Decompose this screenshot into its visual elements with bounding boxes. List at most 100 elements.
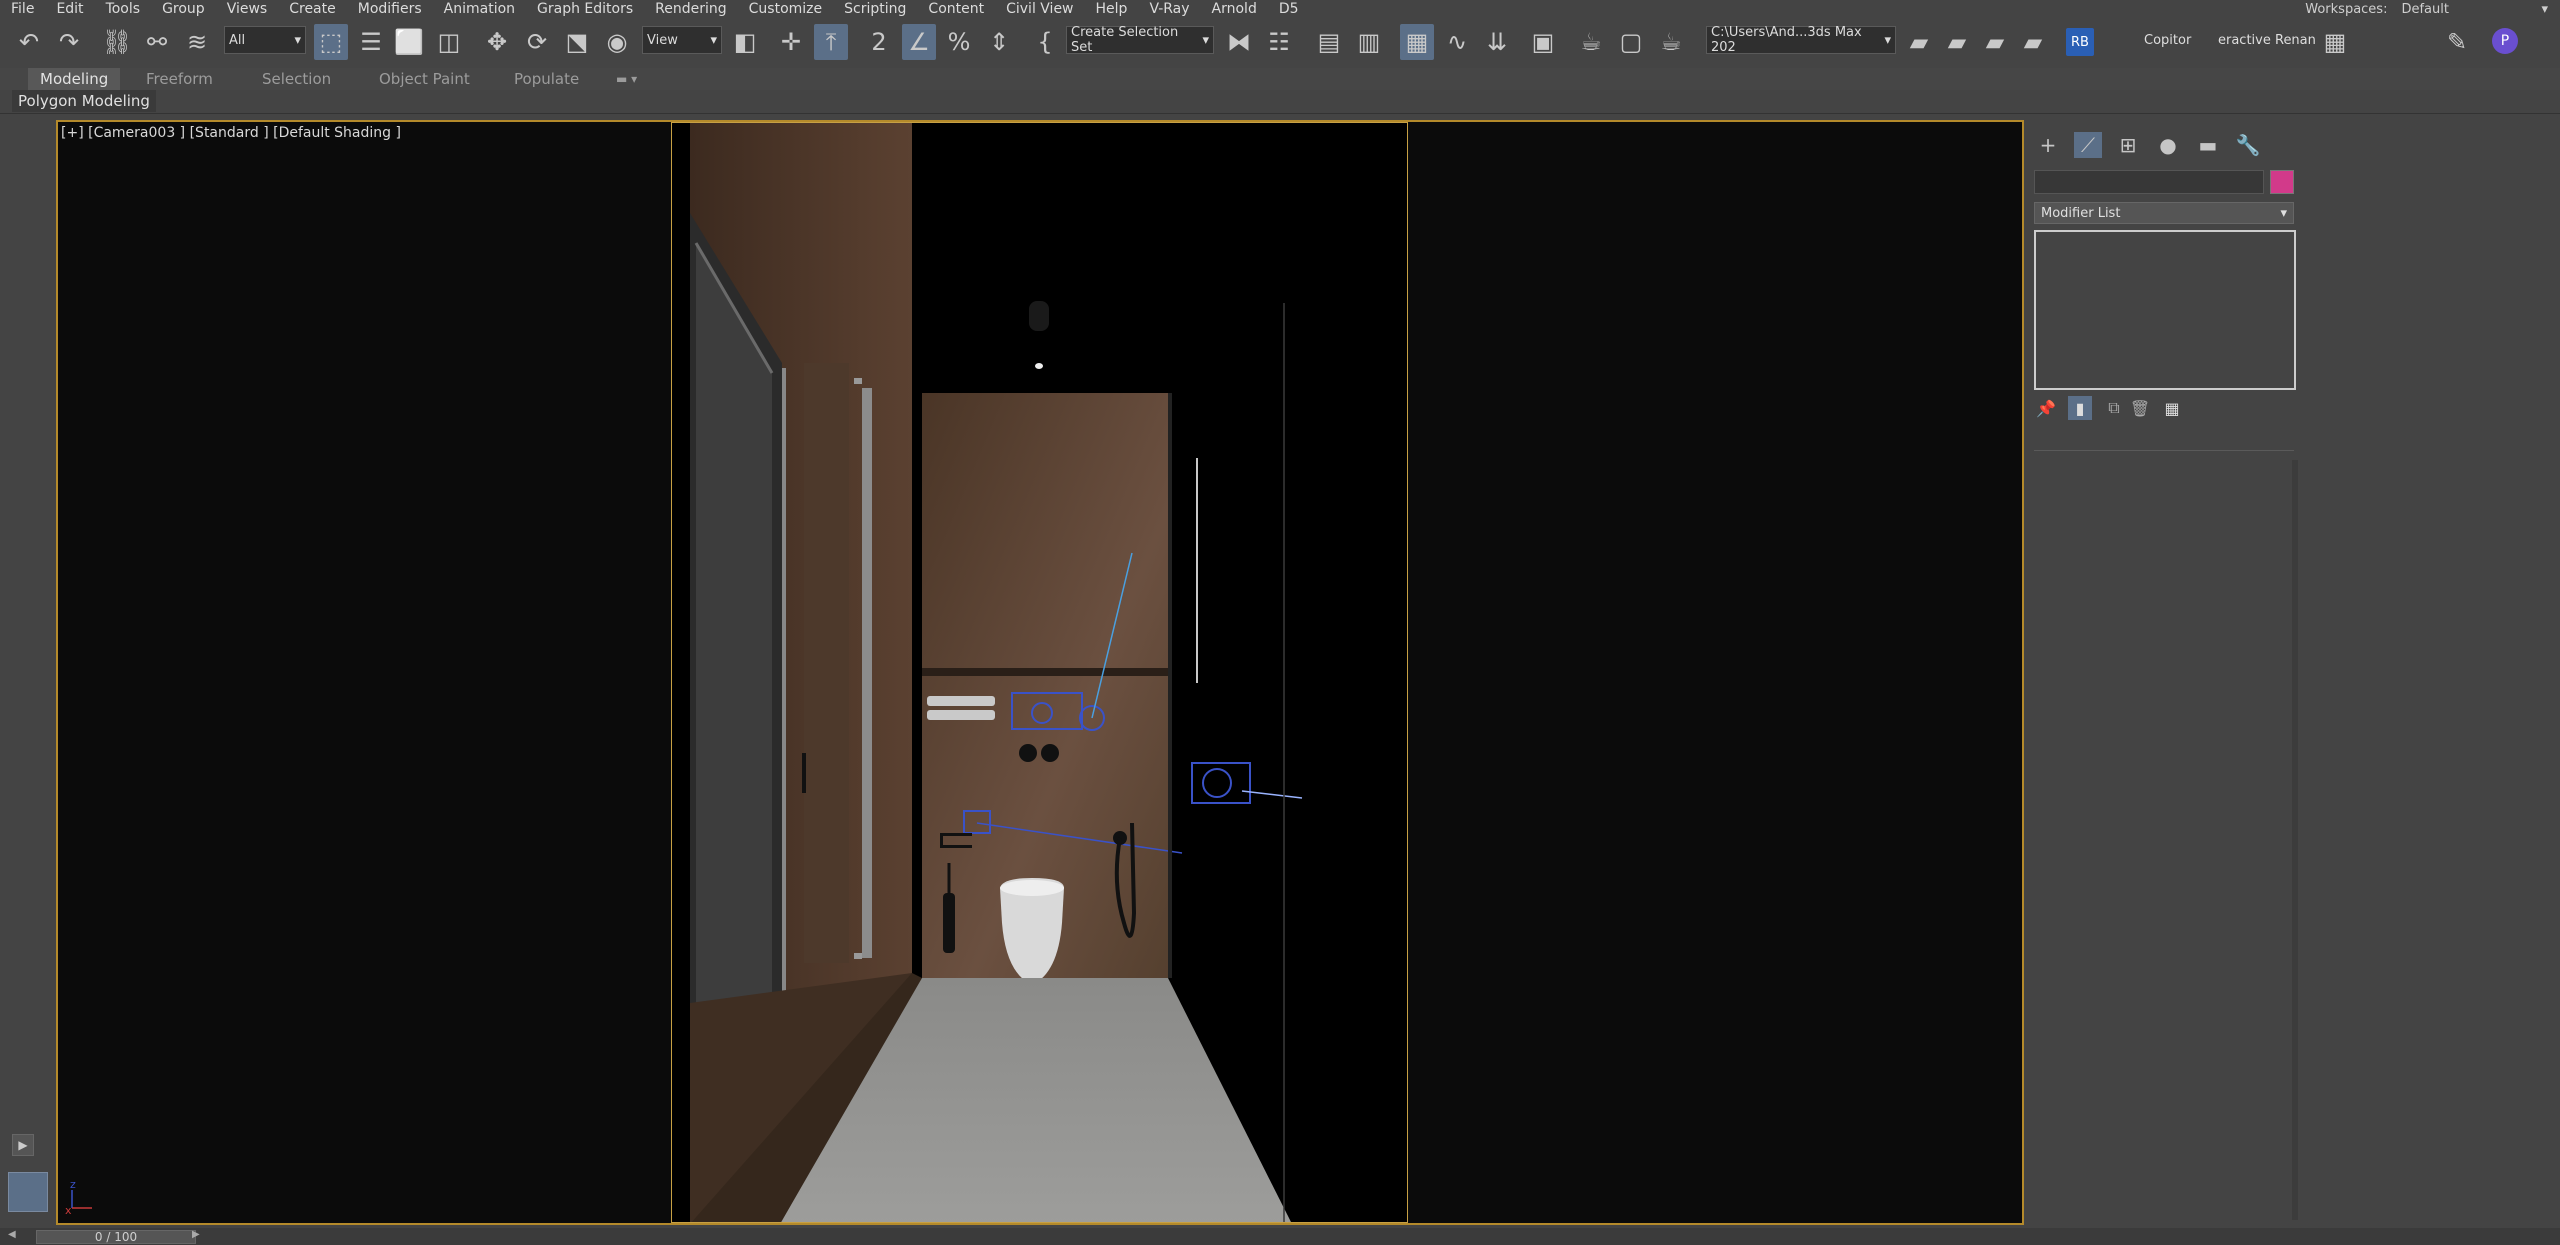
keyboard-shortcut-icon[interactable]: ⤒ [814, 24, 848, 60]
profile-icon[interactable]: P [2492, 28, 2518, 54]
rb-badge[interactable]: RB [2066, 28, 2094, 56]
menu-create[interactable]: Create [278, 0, 347, 18]
timeline-next-icon[interactable]: ▶ [192, 1229, 200, 1240]
menu-vray[interactable]: V-Ray [1138, 0, 1200, 18]
workspace-selector[interactable]: Workspaces: Default ▾ [2305, 0, 2548, 18]
project-path-dropdown[interactable]: C:\Users\And...3ds Max 202 ▾ [1706, 25, 1896, 55]
menu-group[interactable]: Group [151, 0, 216, 18]
spinner-snap-icon[interactable]: ⇕ [982, 24, 1016, 60]
select-by-name-icon[interactable]: ☰ [354, 24, 388, 60]
render-window-icon[interactable]: ▦ [2318, 24, 2352, 60]
motion-tab-icon[interactable]: ● [2154, 132, 2182, 158]
menu-civil-view[interactable]: Civil View [995, 0, 1084, 18]
ref-coord-dropdown[interactable]: View ▾ [642, 26, 722, 54]
play-icon[interactable]: ▶ [12, 1134, 34, 1156]
window-crossing-icon[interactable]: ◫ [432, 24, 466, 60]
make-unique-icon[interactable]: ⧉ [2102, 396, 2126, 420]
material-editor-icon[interactable]: ▣ [1526, 24, 1560, 60]
mirror-icon[interactable]: ⧓ [1222, 24, 1256, 60]
rendered-frame-icon[interactable]: ▢ [1614, 24, 1648, 60]
menu-graph-editors[interactable]: Graph Editors [526, 0, 644, 18]
render-setup-icon[interactable]: ☕ [1574, 24, 1608, 60]
menu-rendering[interactable]: Rendering [644, 0, 738, 18]
move-icon[interactable]: ✥ [480, 24, 514, 60]
select-object-icon[interactable]: ⬚ [314, 24, 348, 60]
open-folder-icon[interactable]: ▰ [1940, 24, 1974, 60]
menu-content[interactable]: Content [917, 0, 995, 18]
align-icon[interactable]: ☷ [1262, 24, 1296, 60]
object-color-swatch[interactable] [2270, 170, 2294, 194]
menu-scripting[interactable]: Scripting [833, 0, 917, 18]
tab-object-paint[interactable]: Object Paint [367, 68, 482, 90]
menu-views[interactable]: Views [216, 0, 279, 18]
panel-scrollbar[interactable] [2292, 460, 2298, 1220]
pen-icon[interactable]: ✎ [2440, 24, 2474, 60]
remove-modifier-icon[interactable]: 🗑 [2128, 396, 2152, 420]
archive-folder-icon[interactable]: ▰ [2016, 24, 2050, 60]
scale-icon[interactable]: ⬔ [560, 24, 594, 60]
rect-selection-icon[interactable]: ⬜ [392, 24, 426, 60]
scene-explorer-icon[interactable]: ▤ [1312, 24, 1346, 60]
modifier-stack[interactable] [2034, 230, 2296, 390]
menu-tools[interactable]: Tools [95, 0, 152, 18]
chevron-down-icon: ▾ [2541, 1, 2548, 17]
toggle-ribbon-icon[interactable]: ▦ [1400, 24, 1434, 60]
workspace-value: Default [2401, 1, 2449, 17]
schematic-view-icon[interactable]: ⇊ [1480, 24, 1514, 60]
copitor-button[interactable]: Copitor [2144, 26, 2191, 54]
named-selection-dropdown[interactable]: Create Selection Set ▾ [1066, 25, 1214, 55]
camera-render-view [672, 123, 1407, 1222]
selection-filter-dropdown[interactable]: All ▾ [224, 26, 306, 54]
place-icon[interactable]: ◉ [600, 24, 634, 60]
camera-viewport[interactable]: [+] [Camera003 ] [Standard ] [Default Sh… [56, 120, 2024, 1225]
create-tab-icon[interactable]: + [2034, 132, 2062, 158]
display-tab-icon[interactable]: ▬ [2194, 132, 2222, 158]
tab-populate[interactable]: Populate [502, 68, 591, 90]
project-folder-icon[interactable]: ▰ [1902, 24, 1936, 60]
pivot-icon[interactable]: ◧ [728, 24, 762, 60]
layer-explorer-icon[interactable]: ▥ [1352, 24, 1386, 60]
menu-edit[interactable]: Edit [45, 0, 94, 18]
bind-space-warp-icon[interactable]: ≋ [180, 24, 214, 60]
viewport-label[interactable]: [+] [Camera003 ] [Standard ] [Default Sh… [61, 125, 401, 141]
timeline-prev-icon[interactable]: ◀ [8, 1229, 16, 1240]
link-icon[interactable]: ⛓ [100, 24, 134, 60]
utilities-tab-icon[interactable]: 🔧 [2234, 132, 2262, 158]
percent-snap-icon[interactable]: % [942, 24, 976, 60]
menu-d5[interactable]: D5 [1268, 0, 1310, 18]
interactive-render-button[interactable]: eractive Renan [2218, 26, 2316, 54]
object-name-field[interactable] [2034, 170, 2264, 194]
ribbon-options-icon[interactable]: ▬ ▾ [604, 68, 649, 90]
viewport-layout-icon[interactable] [8, 1172, 48, 1212]
redo-icon[interactable]: ↷ [52, 24, 86, 60]
selection-filter-value: All [229, 32, 246, 48]
unlink-icon[interactable]: ⚯ [140, 24, 174, 60]
configure-sets-icon[interactable]: ▦ [2160, 396, 2184, 420]
edit-named-selection-icon[interactable]: { [1028, 24, 1062, 60]
rotate-icon[interactable]: ⟳ [520, 24, 554, 60]
menu-file[interactable]: File [0, 0, 45, 18]
named-selection-value: Create Selection Set [1071, 25, 1179, 55]
tab-selection[interactable]: Selection [250, 68, 343, 90]
tab-modeling[interactable]: Modeling [28, 68, 121, 90]
curve-editor-icon[interactable]: ∿ [1440, 24, 1474, 60]
snaps-toggle-icon[interactable]: 2 [862, 24, 896, 60]
menu-arnold[interactable]: Arnold [1201, 0, 1268, 18]
menu-modifiers[interactable]: Modifiers [347, 0, 433, 18]
render-production-icon[interactable]: ☕ [1654, 24, 1688, 60]
modify-tab-icon[interactable]: ⟋ [2074, 132, 2102, 158]
menu-customize[interactable]: Customize [738, 0, 834, 18]
angle-snap-icon[interactable]: ∠ [902, 24, 936, 60]
hierarchy-tab-icon[interactable]: ⊞ [2114, 132, 2142, 158]
tab-freeform[interactable]: Freeform [134, 68, 225, 90]
pin-stack-icon[interactable]: 📌 [2034, 396, 2058, 420]
select-manipulate-icon[interactable]: ✛ [774, 24, 808, 60]
menu-animation[interactable]: Animation [433, 0, 526, 18]
show-end-result-icon[interactable]: ▮ [2068, 396, 2092, 420]
save-folder-icon[interactable]: ▰ [1978, 24, 2012, 60]
polygon-modeling-panel[interactable]: Polygon Modeling [12, 90, 156, 112]
menu-help[interactable]: Help [1085, 0, 1139, 18]
time-slider[interactable]: 0 / 100 [36, 1230, 196, 1244]
undo-icon[interactable]: ↶ [12, 24, 46, 60]
modifier-list-dropdown[interactable]: Modifier List ▾ [2034, 202, 2294, 224]
